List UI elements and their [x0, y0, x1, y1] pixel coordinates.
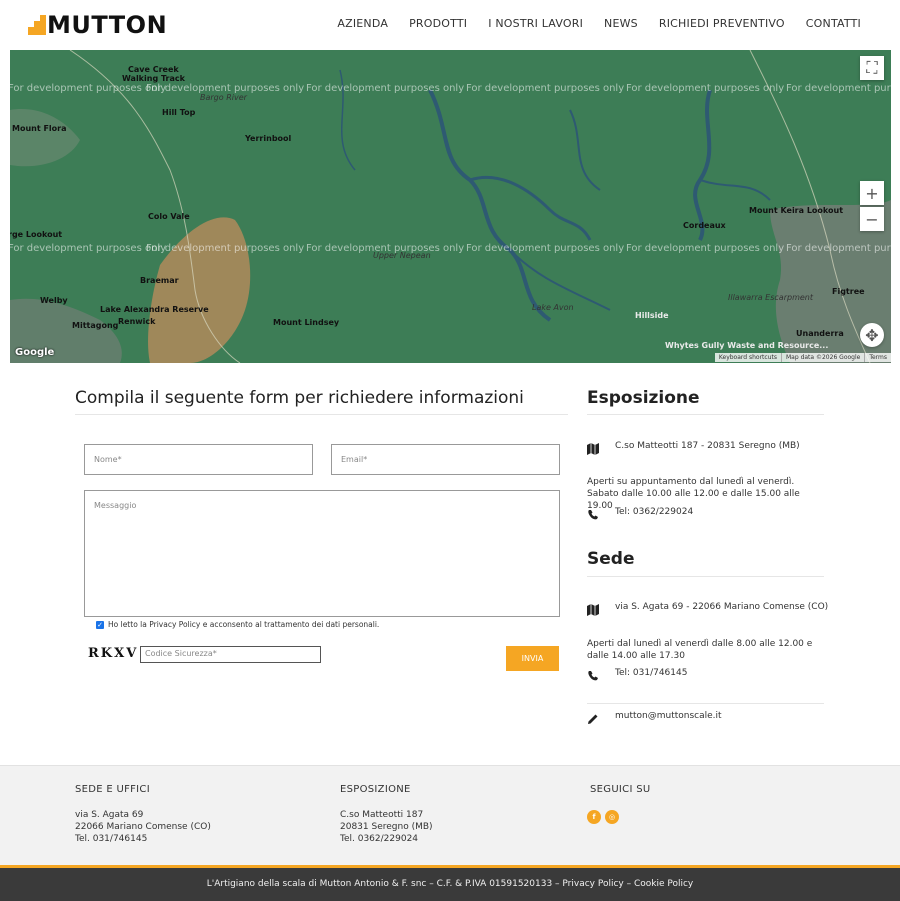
privacy-checkbox[interactable]: ✓ — [96, 620, 104, 629]
dev-watermark: For development purposes only — [466, 83, 625, 94]
nav-azienda[interactable]: AZIENDA — [337, 17, 388, 30]
footer-espo-info: C.so Matteotti 187 20831 Seregno (MB) Te… — [340, 810, 433, 844]
sede-address: via S. Agata 69 - 22066 Mariano Comense … — [615, 602, 829, 612]
pencil-icon — [588, 714, 598, 724]
camera-control-icon[interactable]: ✥ — [860, 323, 884, 347]
dev-watermark: For development purposes only — [626, 243, 785, 254]
copyright-text: L'Artigiano della scala di Mutton Antoni… — [206, 879, 694, 889]
privacy-label: Ho letto la Privacy Policy e acconsento … — [108, 620, 380, 629]
divider — [587, 576, 824, 577]
site-footer: SEDE E UFFICI via S. Agata 69 22066 Mari… — [0, 765, 900, 865]
esposizione-address: C.so Matteotti 187 - 20831 Seregno (MB) — [615, 441, 800, 451]
message-field[interactable]: Messaggio — [84, 490, 560, 617]
dev-watermark: For development purposes only — [786, 83, 891, 94]
instagram-icon[interactable]: ◎ — [605, 810, 619, 824]
map-label: Cave Creek — [128, 65, 179, 74]
footer-social-title: SEGUICI SU — [590, 784, 651, 795]
keyboard-shortcuts-link[interactable]: Keyboard shortcuts — [715, 353, 782, 362]
site-header: MUTTON AZIENDA PRODOTTI I NOSTRI LAVORI … — [0, 0, 900, 50]
mutton-logo[interactable]: MUTTON — [28, 13, 167, 37]
dev-watermark: For development purposes only — [10, 83, 167, 94]
email-field[interactable]: Email* — [331, 444, 560, 475]
main-nav: AZIENDA PRODOTTI I NOSTRI LAVORI NEWS RI… — [337, 17, 861, 30]
fullscreen-button[interactable]: ⛶ — [860, 56, 884, 80]
phone-icon — [588, 671, 598, 681]
name-field[interactable]: Nome* — [84, 444, 313, 475]
captcha-image: RKXV — [88, 646, 139, 661]
map-label: Cordeaux — [683, 221, 726, 230]
map-attribution: Keyboard shortcuts Map data ©2026 Google… — [714, 353, 891, 362]
nav-news[interactable]: NEWS — [604, 17, 638, 30]
dev-watermark: For development purposes only — [786, 243, 891, 254]
divider — [587, 703, 824, 704]
sede-title: Sede — [587, 549, 635, 569]
stairs-logo-icon — [28, 15, 46, 35]
map-label: Lake Alexandra Reserve — [100, 305, 209, 314]
map-label: Illawarra Escarpment — [728, 293, 813, 302]
nav-prodotti[interactable]: PRODOTTI — [409, 17, 467, 30]
sede-phone: Tel: 031/746145 — [615, 668, 688, 678]
zoom-in-button[interactable]: + — [860, 181, 884, 205]
zoom-out-button[interactable]: − — [860, 207, 884, 231]
form-title: Compila il seguente form per richiedere … — [75, 388, 524, 408]
divider — [587, 414, 824, 415]
nav-richiedi-preventivo[interactable]: RICHIEDI PREVENTIVO — [659, 17, 785, 30]
map-label: Upper Nepean — [373, 251, 431, 260]
nav-nostri-lavori[interactable]: I NOSTRI LAVORI — [488, 17, 583, 30]
map-label: Whytes Gully Waste and Resource... — [665, 341, 829, 350]
footer-sede-info: via S. Agata 69 22066 Mariano Comense (C… — [75, 810, 211, 844]
sede-email[interactable]: mutton@muttonscale.it — [615, 711, 722, 721]
sede-hours: Aperti dal lunedì al venerdì dalle 8.00 … — [587, 639, 813, 661]
google-map[interactable]: For development purposes only For develo… — [10, 50, 891, 363]
footer-espo-title: ESPOSIZIONE — [340, 784, 411, 795]
map-label: Mount Lindsey — [273, 318, 340, 327]
map-label: Hillside — [635, 311, 669, 320]
submit-button[interactable]: INVIA — [506, 646, 559, 671]
map-label: Renwick — [118, 317, 156, 326]
copyright-bar: L'Artigiano della scala di Mutton Antoni… — [0, 865, 900, 901]
map-label: Mount Keira Lookout — [749, 206, 844, 215]
map-label: rge Lookout — [10, 230, 63, 239]
map-label: Mount Flora — [12, 124, 67, 133]
map-label: Hill Top — [162, 108, 196, 117]
map-icon — [587, 443, 599, 455]
footer-sede-title: SEDE E UFFICI — [75, 784, 150, 795]
map-label: Colo Vale — [148, 212, 190, 221]
map-icon — [587, 604, 599, 616]
map-label: Lake Avon — [532, 303, 574, 312]
nav-contatti[interactable]: CONTATTI — [806, 17, 861, 30]
dev-watermark: For development purposes only — [306, 83, 465, 94]
map-label: Welby — [40, 296, 68, 305]
esposizione-phone: Tel: 0362/229024 — [615, 507, 694, 517]
map-label: Walking Track — [122, 74, 185, 83]
terms-link[interactable]: Terms — [865, 353, 891, 362]
google-logo: Google — [15, 347, 55, 358]
phone-icon — [588, 510, 598, 520]
dev-watermark: For development purposes only — [146, 243, 305, 254]
dev-watermark: For development purposes only — [10, 243, 167, 254]
map-label: Mittagong — [72, 321, 119, 330]
esposizione-title: Esposizione — [587, 388, 700, 408]
captcha-input[interactable]: Codice Sicurezza* — [140, 646, 321, 663]
map-label: Bargo River — [200, 93, 247, 102]
map-label: Unanderra — [796, 329, 844, 338]
facebook-icon[interactable]: f — [587, 810, 601, 824]
logo-text: MUTTON — [47, 11, 168, 39]
dev-watermark: For development purposes only — [466, 243, 625, 254]
divider — [75, 414, 568, 415]
dev-watermark: For development purposes only — [626, 83, 785, 94]
map-label: Braemar — [140, 276, 179, 285]
map-label: Yerrinbool — [245, 134, 292, 143]
privacy-consent: ✓ Ho letto la Privacy Policy e acconsent… — [96, 620, 379, 629]
map-data-text: Map data ©2026 Google — [782, 353, 866, 362]
map-label: Figtree — [832, 287, 865, 296]
